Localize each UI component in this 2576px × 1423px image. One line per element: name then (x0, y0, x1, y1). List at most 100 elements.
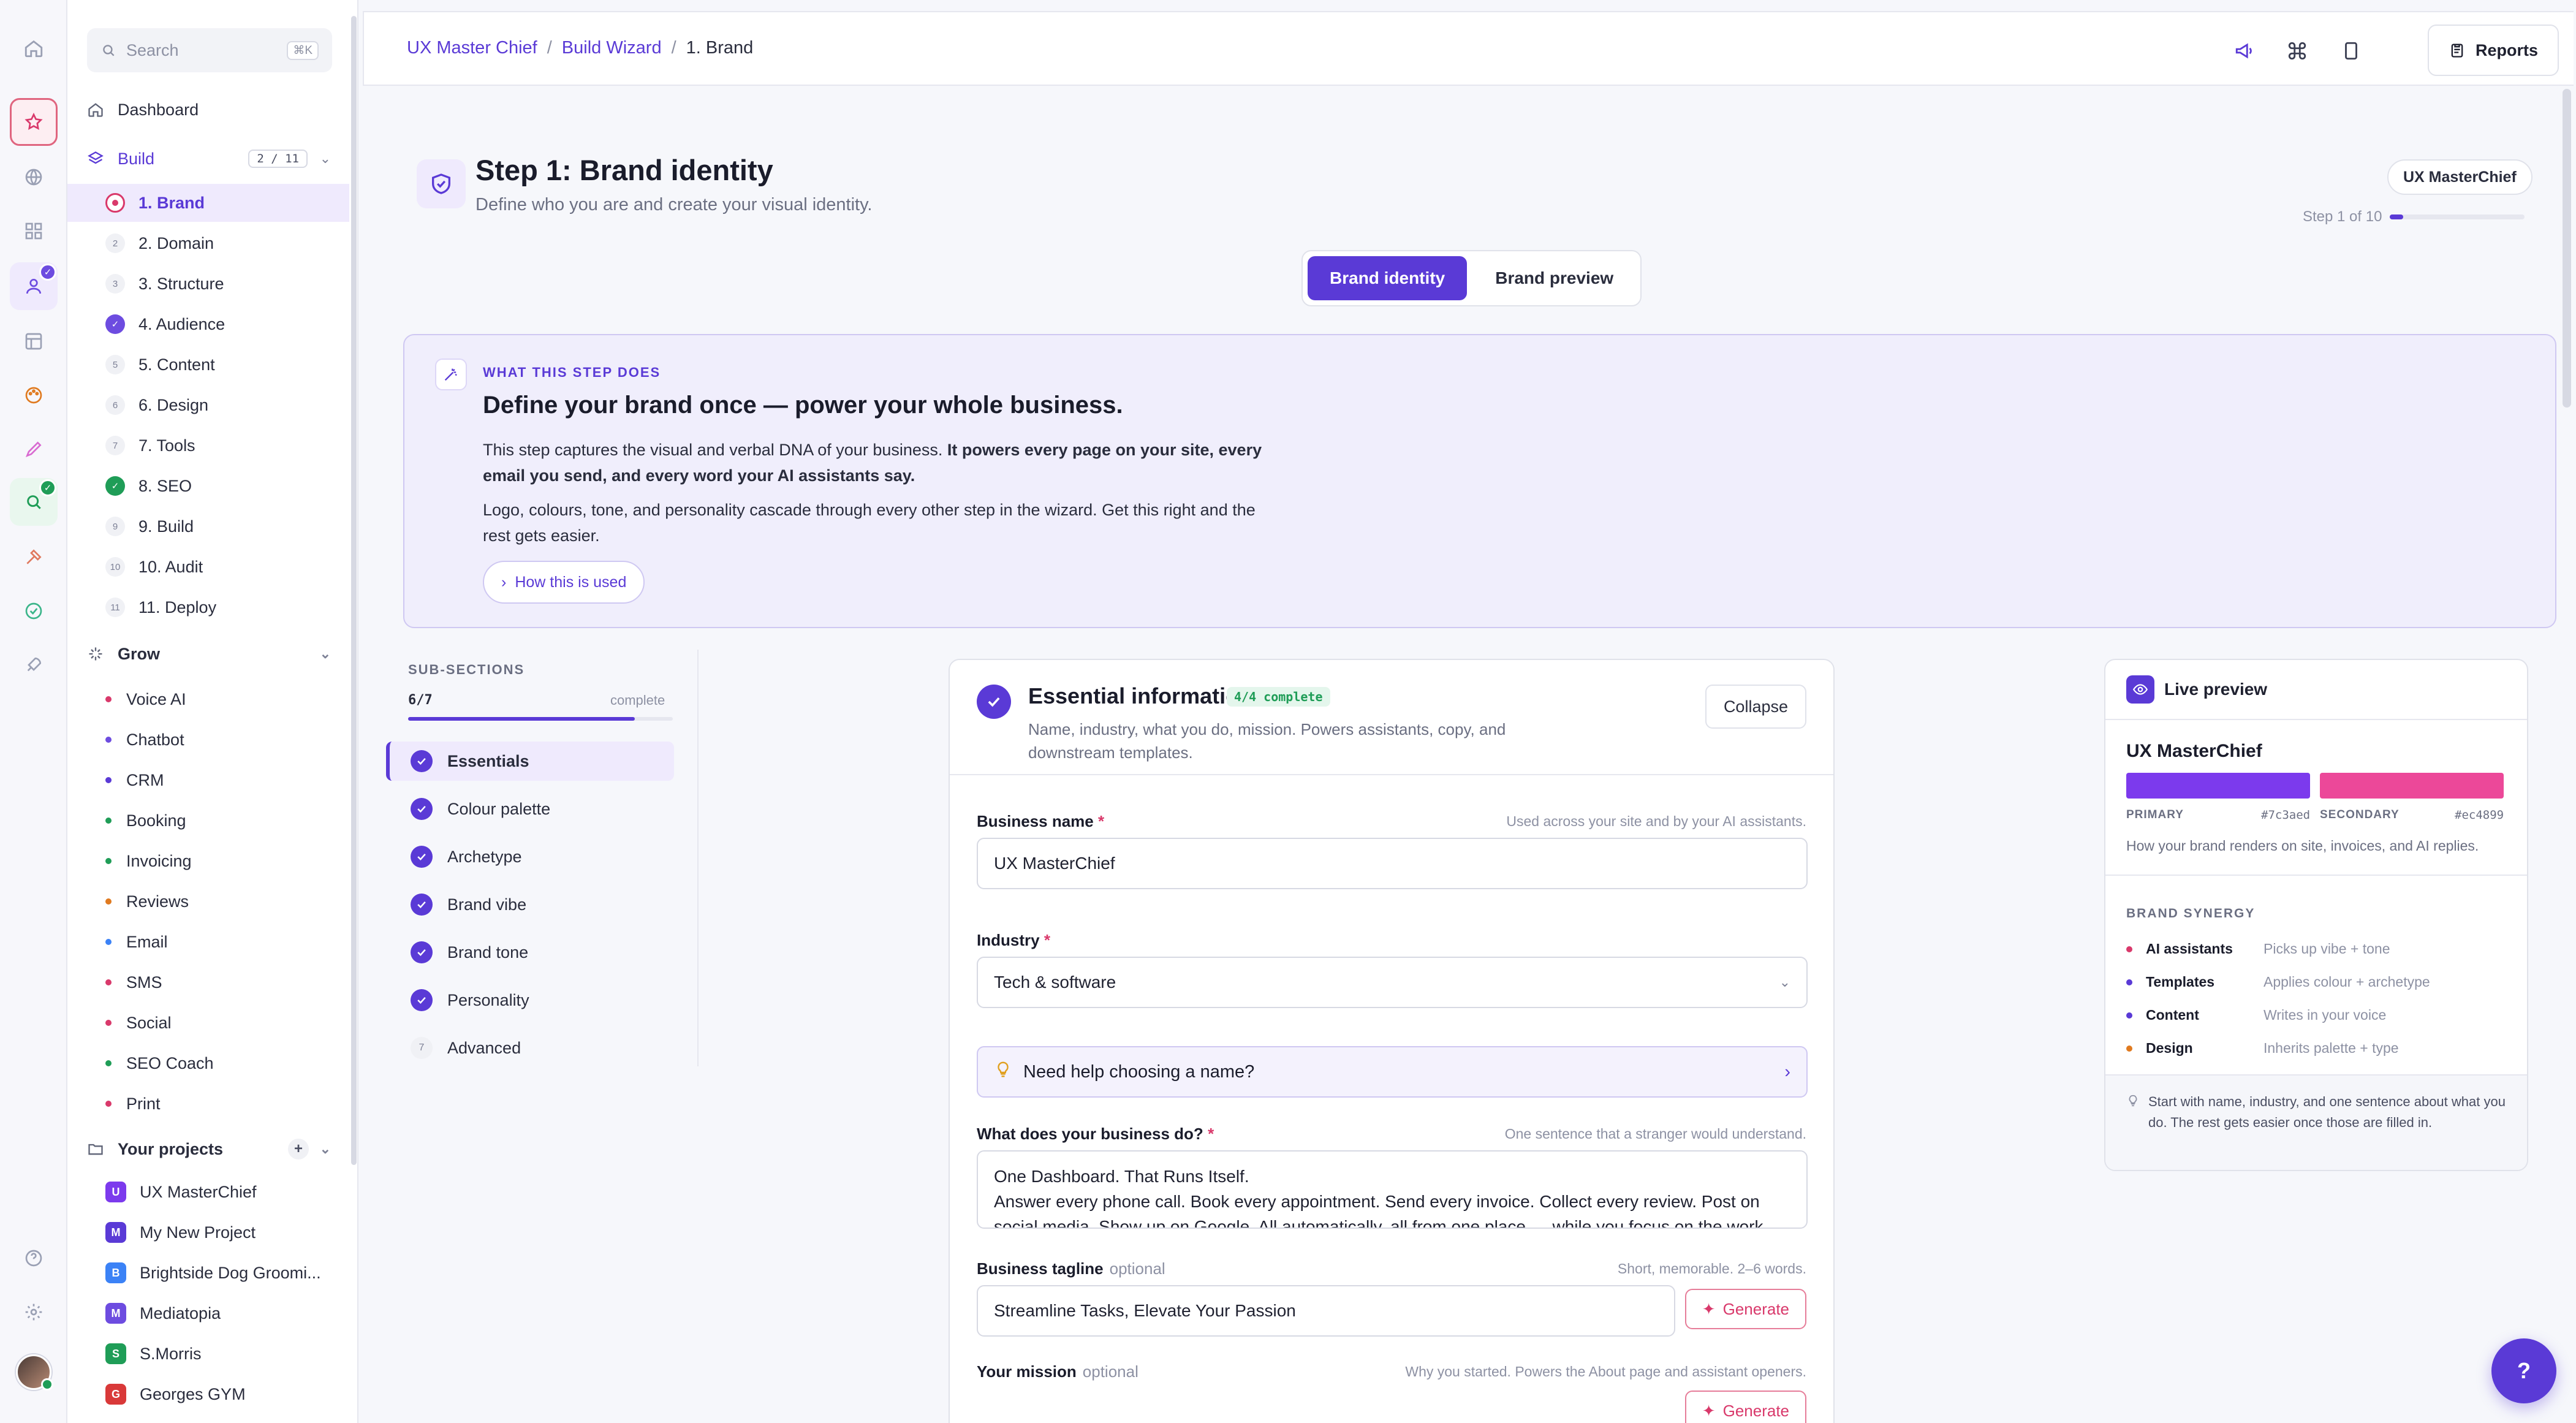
synergy-row: AI assistants Picks up vibe + tone (2126, 941, 2390, 957)
sidebar-step-item[interactable]: 9 9. Build (67, 507, 349, 545)
home-icon[interactable] (10, 25, 58, 72)
industry-select[interactable]: Tech & software ⌄ (977, 957, 1808, 1008)
seo-search-icon[interactable]: ✓ (10, 478, 58, 526)
step-number: 5 (105, 355, 125, 374)
sub-section-item[interactable]: Personality (386, 981, 674, 1020)
tools-icon[interactable] (10, 425, 58, 473)
grid-icon[interactable] (10, 207, 58, 255)
sidebar-item-dashboard[interactable]: Dashboard (67, 91, 349, 129)
palette-icon[interactable] (10, 371, 58, 419)
audience-icon[interactable]: ✓ (10, 262, 58, 310)
status-dot (105, 818, 112, 824)
star-icon[interactable] (10, 98, 58, 146)
mobile-device-icon[interactable] (2336, 36, 2366, 66)
sidebar-grow-item[interactable]: Print (67, 1085, 349, 1123)
rocket-icon[interactable] (10, 641, 58, 689)
help-icon[interactable] (10, 1234, 58, 1282)
sidebar-grow-item[interactable]: Social (67, 1004, 349, 1042)
sidebar-project-item[interactable]: B Brightside Dog Groomi... (67, 1254, 349, 1292)
how-this-is-used-button[interactable]: › How this is used (483, 561, 645, 604)
sidebar-grow-item[interactable]: Email (67, 923, 349, 961)
business-name-input[interactable]: UX MasterChief (977, 838, 1808, 889)
brand-name-pill[interactable]: UX MasterChief (2387, 159, 2532, 195)
search-icon (103, 45, 115, 56)
sidebar-scrollbar[interactable] (351, 16, 357, 1165)
sidebar-grow-item[interactable]: Booking (67, 802, 349, 840)
search-input[interactable]: Search ⌘K (87, 28, 332, 72)
sidebar-grow-item[interactable]: SMS (67, 963, 349, 1001)
sidebar-project-item[interactable]: U UX MasterChief (67, 1173, 349, 1211)
hammer-icon[interactable] (10, 533, 58, 581)
chevron-down-icon[interactable]: ⌄ (320, 151, 331, 167)
sidebar-item-label: 5. Content (138, 355, 215, 374)
sidebar-item-label: Print (126, 1094, 161, 1113)
sidebar-grow-item[interactable]: CRM (67, 761, 349, 799)
home-icon (87, 101, 109, 118)
sidebar-group-build[interactable]: Build 2 / 11 ⌄ (67, 140, 349, 178)
breadcrumb-separator: / (547, 38, 552, 58)
sidebar-project-item[interactable]: M Mediatopia (67, 1294, 349, 1332)
lightbulb-icon (994, 1060, 1012, 1083)
audit-check-icon[interactable] (10, 587, 58, 635)
sub-section-item[interactable]: 7 Advanced (386, 1028, 674, 1068)
step-number: 3 (105, 274, 125, 294)
chevron-down-icon[interactable]: ⌄ (320, 646, 331, 662)
sidebar-group-grow[interactable]: Grow ⌄ (67, 635, 349, 673)
sidebar-step-item[interactable]: 2 2. Domain (67, 224, 349, 262)
user-avatar[interactable] (16, 1354, 53, 1391)
sub-section-item[interactable]: Archetype (386, 837, 674, 876)
sidebar-grow-item[interactable]: Reviews (67, 882, 349, 920)
reports-button[interactable]: Reports (2427, 25, 2559, 76)
page-scrollbar[interactable] (2563, 89, 2571, 408)
sidebar-step-item[interactable]: ✓ 4. Audience (67, 305, 349, 343)
sidebar-step-item[interactable]: 5 5. Content (67, 346, 349, 384)
business-description-hint: One sentence that a stranger would under… (1504, 1126, 1806, 1142)
sidebar-group-projects[interactable]: Your projects + ⌄ (67, 1130, 349, 1168)
sidebar-step-item[interactable]: 11 11. Deploy (67, 588, 349, 626)
button-label: Generate (1722, 1299, 1789, 1318)
search-shortcut: ⌘K (287, 40, 319, 60)
help-fab-button[interactable]: ? (2491, 1338, 2556, 1403)
sidebar-grow-item[interactable]: Invoicing (67, 842, 349, 880)
sidebar-step-item[interactable]: ✓ 8. SEO (67, 467, 349, 505)
sub-section-item[interactable]: Colour palette (386, 789, 674, 829)
generate-mission-button[interactable]: ✦ Generate (1684, 1391, 1806, 1423)
sidebar-grow-item[interactable]: Voice AI (67, 680, 349, 718)
collapse-button[interactable]: Collapse (1705, 685, 1806, 729)
step-number (105, 193, 125, 213)
check-icon (411, 941, 433, 963)
sub-section-item[interactable]: Essentials (386, 742, 674, 781)
sidebar-step-item[interactable]: 6 6. Design (67, 386, 349, 424)
globe-icon[interactable] (10, 153, 58, 201)
sidebar-step-item[interactable]: 10 10. Audit (67, 548, 349, 586)
megaphone-icon[interactable] (2229, 36, 2260, 66)
check-icon: ✓ (105, 314, 125, 334)
preview-brand-name: UX MasterChief (2126, 741, 2262, 761)
tagline-input[interactable]: Streamline Tasks, Elevate Your Passion (977, 1285, 1675, 1337)
sidebar-project-item[interactable]: S S.Morris (67, 1335, 349, 1373)
sidebar-item-label: UX MasterChief (140, 1182, 257, 1201)
tab-brand-identity[interactable]: Brand identity (1308, 256, 1468, 300)
sidebar-step-item[interactable]: 3 3. Structure (67, 265, 349, 303)
breadcrumb-link[interactable]: UX Master Chief (407, 38, 537, 58)
chevron-down-icon[interactable]: ⌄ (320, 1141, 331, 1157)
layout-icon[interactable] (10, 317, 58, 365)
sidebar-grow-item[interactable]: Chatbot (67, 721, 349, 759)
tab-brand-preview[interactable]: Brand preview (1473, 256, 1635, 300)
settings-gear-icon[interactable] (10, 1288, 58, 1336)
explainer-paragraph: This step captures the visual and verbal… (483, 437, 1279, 488)
add-project-icon[interactable]: + (288, 1139, 309, 1159)
business-description-textarea[interactable]: One Dashboard. That Runs Itself. Answer … (977, 1150, 1808, 1229)
breadcrumb-link[interactable]: Build Wizard (562, 38, 662, 58)
command-icon[interactable] (2282, 36, 2313, 66)
sidebar-project-item[interactable]: M My New Project (67, 1213, 349, 1251)
name-help-expander[interactable]: Need help choosing a name? › (977, 1046, 1808, 1098)
sub-section-item[interactable]: Brand vibe (386, 885, 674, 924)
generate-tagline-button[interactable]: ✦ Generate (1684, 1289, 1806, 1329)
sidebar-project-item[interactable]: G Georges GYM (67, 1375, 349, 1413)
sub-section-item[interactable]: Brand tone (386, 933, 674, 972)
sub-sections-progress-bar (408, 717, 673, 721)
sidebar-step-item[interactable]: 7 7. Tools (67, 427, 349, 465)
sidebar-step-item[interactable]: 1. Brand (67, 184, 349, 222)
sidebar-grow-item[interactable]: SEO Coach (67, 1044, 349, 1082)
